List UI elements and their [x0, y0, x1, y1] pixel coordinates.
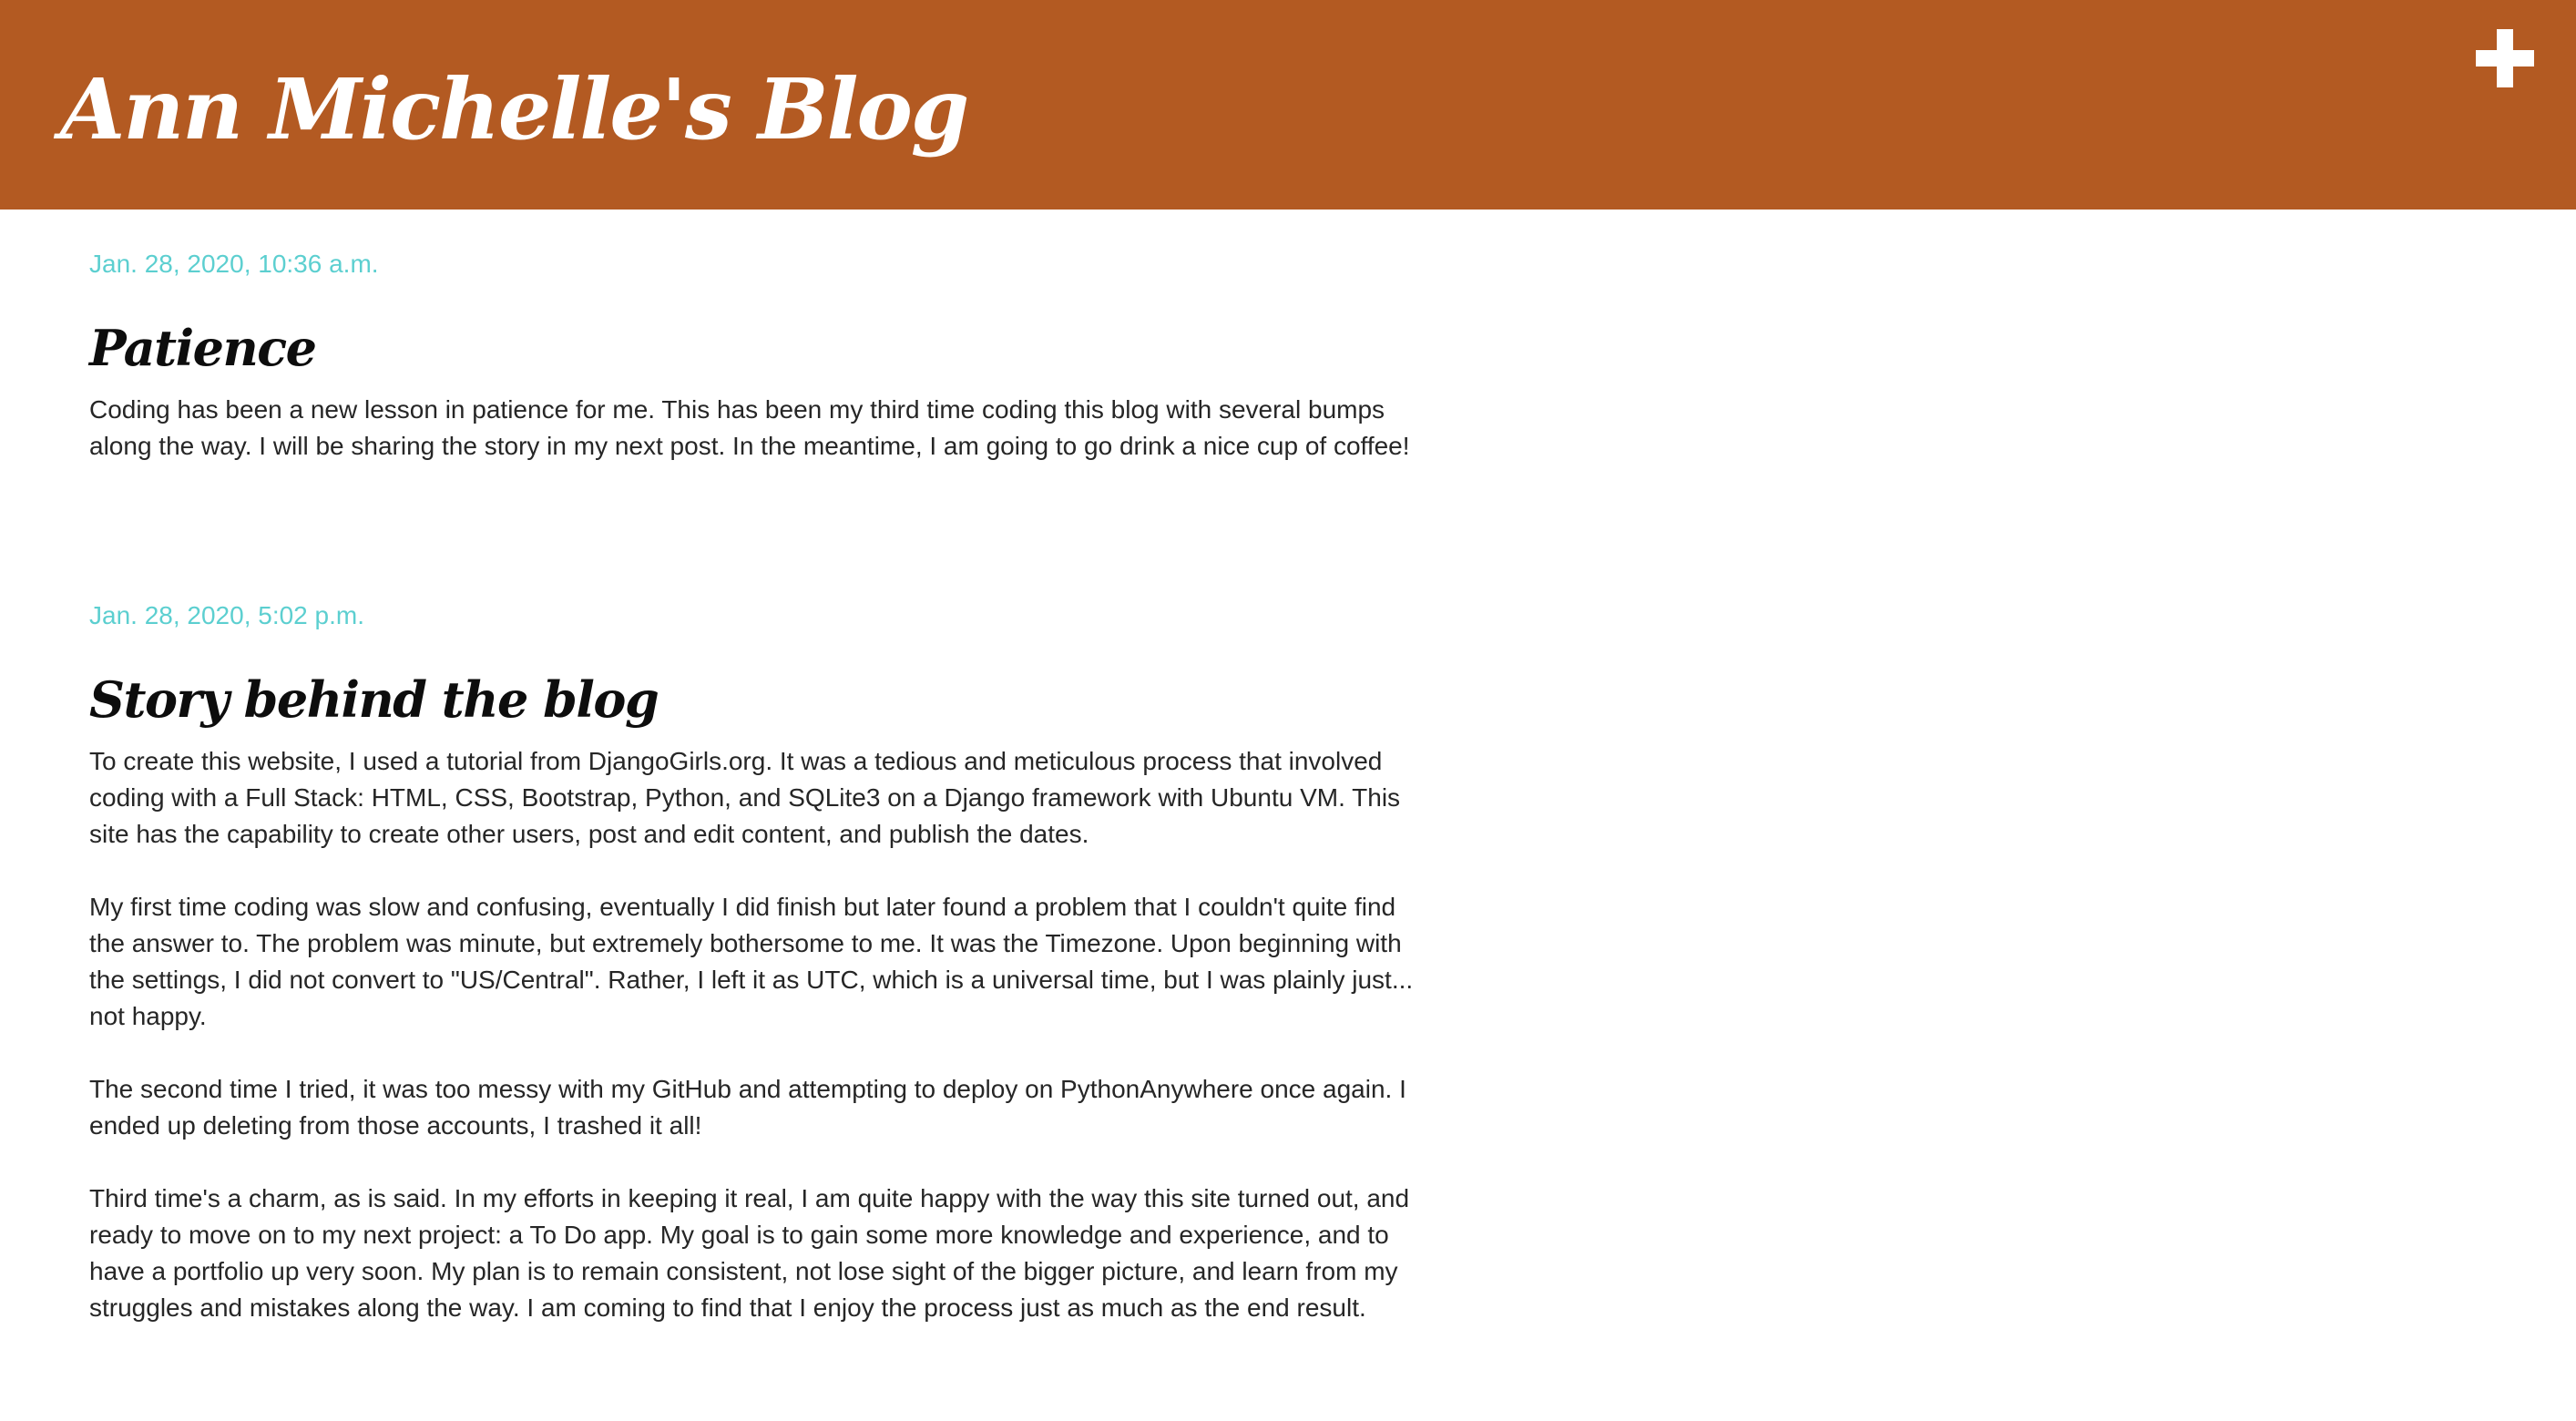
- site-header: Ann Michelle's Blog: [0, 0, 2576, 210]
- post-paragraph: My first time coding was slow and confus…: [89, 893, 1414, 1030]
- post-body: Coding has been a new lesson in patience…: [89, 392, 1437, 465]
- post-paragraph: Third time's a charm, as is said. In my …: [89, 1184, 1410, 1322]
- post-body: To create this website, I used a tutoria…: [89, 743, 1437, 1326]
- post-paragraph: Coding has been a new lesson in patience…: [89, 395, 1410, 460]
- post-title-link[interactable]: Story behind the blog: [89, 665, 1437, 734]
- post-paragraph: The second time I tried, it was too mess…: [89, 1075, 1406, 1140]
- site-title[interactable]: Ann Michelle's Blog: [60, 53, 969, 166]
- add-post-button[interactable]: [2476, 29, 2534, 87]
- post-date: Jan. 28, 2020, 10:36 a.m.: [89, 250, 379, 278]
- post-date: Jan. 28, 2020, 5:02 p.m.: [89, 601, 364, 629]
- post-title-link[interactable]: Patience: [89, 313, 1437, 383]
- post: Jan. 28, 2020, 10:36 a.m. Patience Codin…: [89, 246, 1437, 501]
- post-paragraph: To create this website, I used a tutoria…: [89, 747, 1401, 848]
- post: Jan. 28, 2020, 5:02 p.m. Story behind th…: [89, 598, 1437, 1363]
